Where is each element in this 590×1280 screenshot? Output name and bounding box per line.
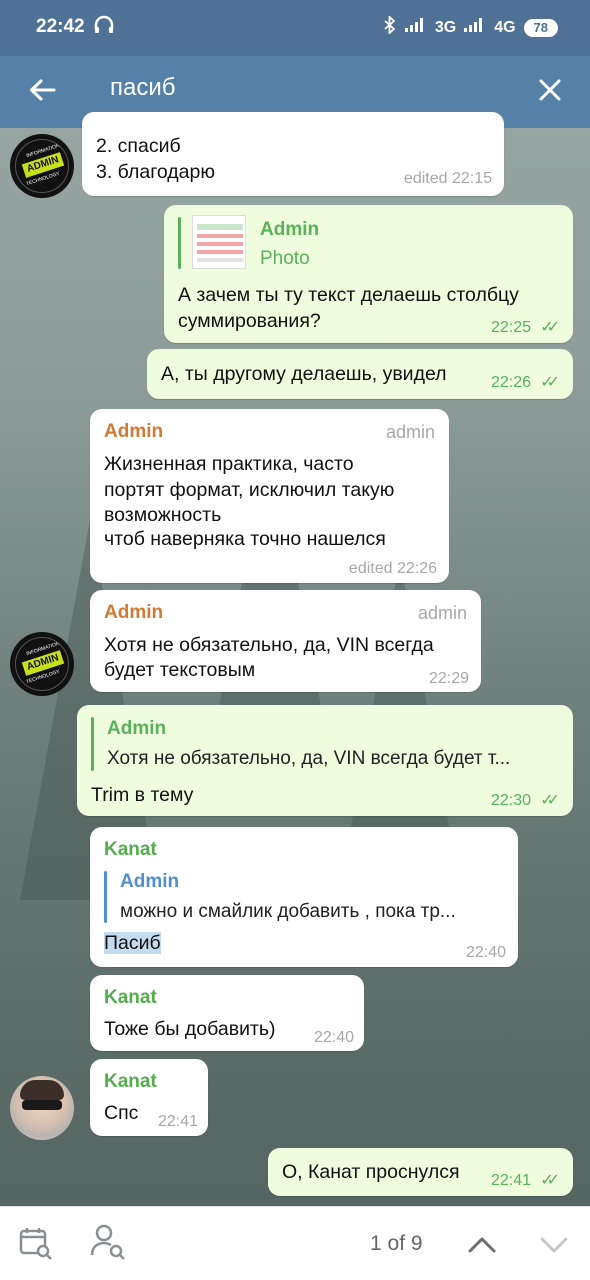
- bluetooth-icon: [383, 14, 397, 39]
- message-text-line: 2. спасиб: [96, 135, 181, 157]
- message-time: edited 22:26: [348, 560, 437, 577]
- message-text-line: 3. благодарю: [96, 161, 215, 183]
- message-text-line: Хотя не обязательно, да, VIN всегда: [104, 634, 434, 656]
- reply-sender: Admin: [120, 871, 180, 892]
- network-4g: 4G: [494, 18, 516, 36]
- admin-avatar[interactable]: INFORMATION ADMIN TECHNOLOGY: [10, 134, 74, 198]
- message-time: 22:40: [313, 1029, 354, 1046]
- message-text-line: А, ты другому делаешь, увидел: [161, 363, 447, 385]
- message-bubble[interactable]: О, Канат проснулся 22:41 ✓✓: [268, 1148, 573, 1196]
- admin-avatar[interactable]: INFORMATION ADMIN TECHNOLOGY: [10, 632, 74, 696]
- network-3g: 3G: [434, 18, 457, 36]
- message-time: 22:41: [157, 1113, 198, 1130]
- read-checkmarks-icon: ✓✓: [540, 319, 560, 336]
- message-bubble[interactable]: Admin Хотя не обязательно, да, VIN всегд…: [77, 705, 573, 816]
- read-checkmarks-icon: ✓✓: [540, 374, 560, 391]
- status-indicators: 3G 4G 78: [383, 14, 558, 39]
- message-bubble[interactable]: Admin admin Хотя не обязательно, да, VIN…: [90, 590, 481, 692]
- message-bubble[interactable]: А, ты другому делаешь, увидел 22:26 ✓✓: [147, 349, 573, 399]
- signal-icon: [404, 18, 427, 37]
- admin-logo: INFORMATION ADMIN TECHNOLOGY: [15, 637, 69, 691]
- message-text-line: Trim в тему: [91, 784, 194, 806]
- message-text-line: Спс: [104, 1102, 139, 1124]
- message-text-line: будет текстовым: [104, 659, 256, 681]
- reply-text: Photo: [260, 248, 310, 269]
- search-result-counter: 1 of 9: [370, 1232, 423, 1255]
- search-highlight: Пасиб: [104, 932, 161, 954]
- status-bar: 22:42 3G 4G 78: [0, 0, 590, 56]
- reply-bar: [178, 217, 181, 269]
- message-time: edited 22:15: [403, 170, 492, 187]
- message-text-line: возможность: [104, 504, 222, 526]
- message-bubble[interactable]: Admin admin Жизненная практика, часто по…: [90, 409, 449, 583]
- reply-sender: Admin: [107, 718, 167, 739]
- chevron-up-icon[interactable]: [464, 1227, 500, 1263]
- reply-bar: [104, 871, 107, 923]
- message-text-line: чтоб наверняка точно нашелся: [104, 528, 386, 550]
- kanat-avatar[interactable]: [10, 1076, 74, 1140]
- battery-icon: 78: [523, 18, 558, 37]
- message-text-line: портят формат, исключил такую: [104, 479, 395, 501]
- message-time: 22:29: [428, 670, 469, 687]
- close-icon[interactable]: [530, 70, 570, 110]
- message-bubble[interactable]: Kanat Admin можно и смайлик добавить , п…: [90, 827, 518, 967]
- message-bubble[interactable]: Kanat Спс 22:41: [90, 1059, 208, 1136]
- reply-sender: Admin: [260, 219, 320, 240]
- message-text-line: О, Канат проснулся: [282, 1161, 460, 1183]
- read-checkmarks-icon: ✓✓: [540, 792, 560, 809]
- signal-icon: [464, 18, 486, 37]
- sender-role: admin: [417, 603, 467, 623]
- reply-bar: [91, 717, 94, 771]
- sunglasses: [22, 1100, 62, 1110]
- message-text-line: А зачем ты ту текст делаешь столбцу: [178, 284, 519, 306]
- message-text-line: Тоже бы добавить): [104, 1018, 276, 1040]
- calendar-search-icon[interactable]: [18, 1225, 54, 1261]
- read-checkmarks-icon: ✓✓: [540, 1172, 560, 1189]
- photo-thumbnail[interactable]: [192, 215, 246, 269]
- user-search-icon[interactable]: [90, 1223, 128, 1261]
- search-input[interactable]: пасиб: [110, 74, 176, 102]
- reply-text: можно и смайлик добавить , пока тр...: [120, 901, 456, 922]
- message-time: 22:25: [490, 319, 531, 336]
- status-time: 22:42: [36, 16, 85, 37]
- message-bubble[interactable]: 2. спасиб 3. благодарю edited 22:15: [82, 112, 504, 196]
- sender-name[interactable]: Kanat: [104, 987, 157, 1009]
- sender-name[interactable]: Admin: [104, 602, 163, 624]
- message-time: 22:41: [490, 1172, 531, 1189]
- sender-name[interactable]: Kanat: [104, 839, 157, 861]
- sender-role: admin: [385, 422, 435, 442]
- chevron-down-icon[interactable]: [536, 1227, 572, 1263]
- sender-name[interactable]: Admin: [104, 421, 163, 443]
- headphones-icon: [93, 14, 115, 42]
- search-navigation-bar: 1 of 9: [0, 1206, 590, 1280]
- message-time: 22:30: [490, 792, 531, 809]
- sender-name[interactable]: Kanat: [104, 1071, 157, 1093]
- message-text-line: Пасиб: [104, 931, 161, 956]
- reply-text: Хотя не обязательно, да, VIN всегда буде…: [107, 748, 511, 769]
- message-time: 22:40: [465, 944, 506, 961]
- message-time: 22:26: [490, 374, 531, 391]
- admin-logo: INFORMATION ADMIN TECHNOLOGY: [15, 139, 69, 193]
- message-text-line: Жизненная практика, часто: [104, 453, 354, 475]
- message-bubble[interactable]: Kanat Тоже бы добавить) 22:40: [90, 975, 364, 1051]
- message-text-line: суммирования?: [178, 310, 321, 332]
- message-bubble[interactable]: Admin Photo А зачем ты ту текст делаешь …: [164, 205, 573, 343]
- back-arrow-icon[interactable]: [22, 70, 62, 110]
